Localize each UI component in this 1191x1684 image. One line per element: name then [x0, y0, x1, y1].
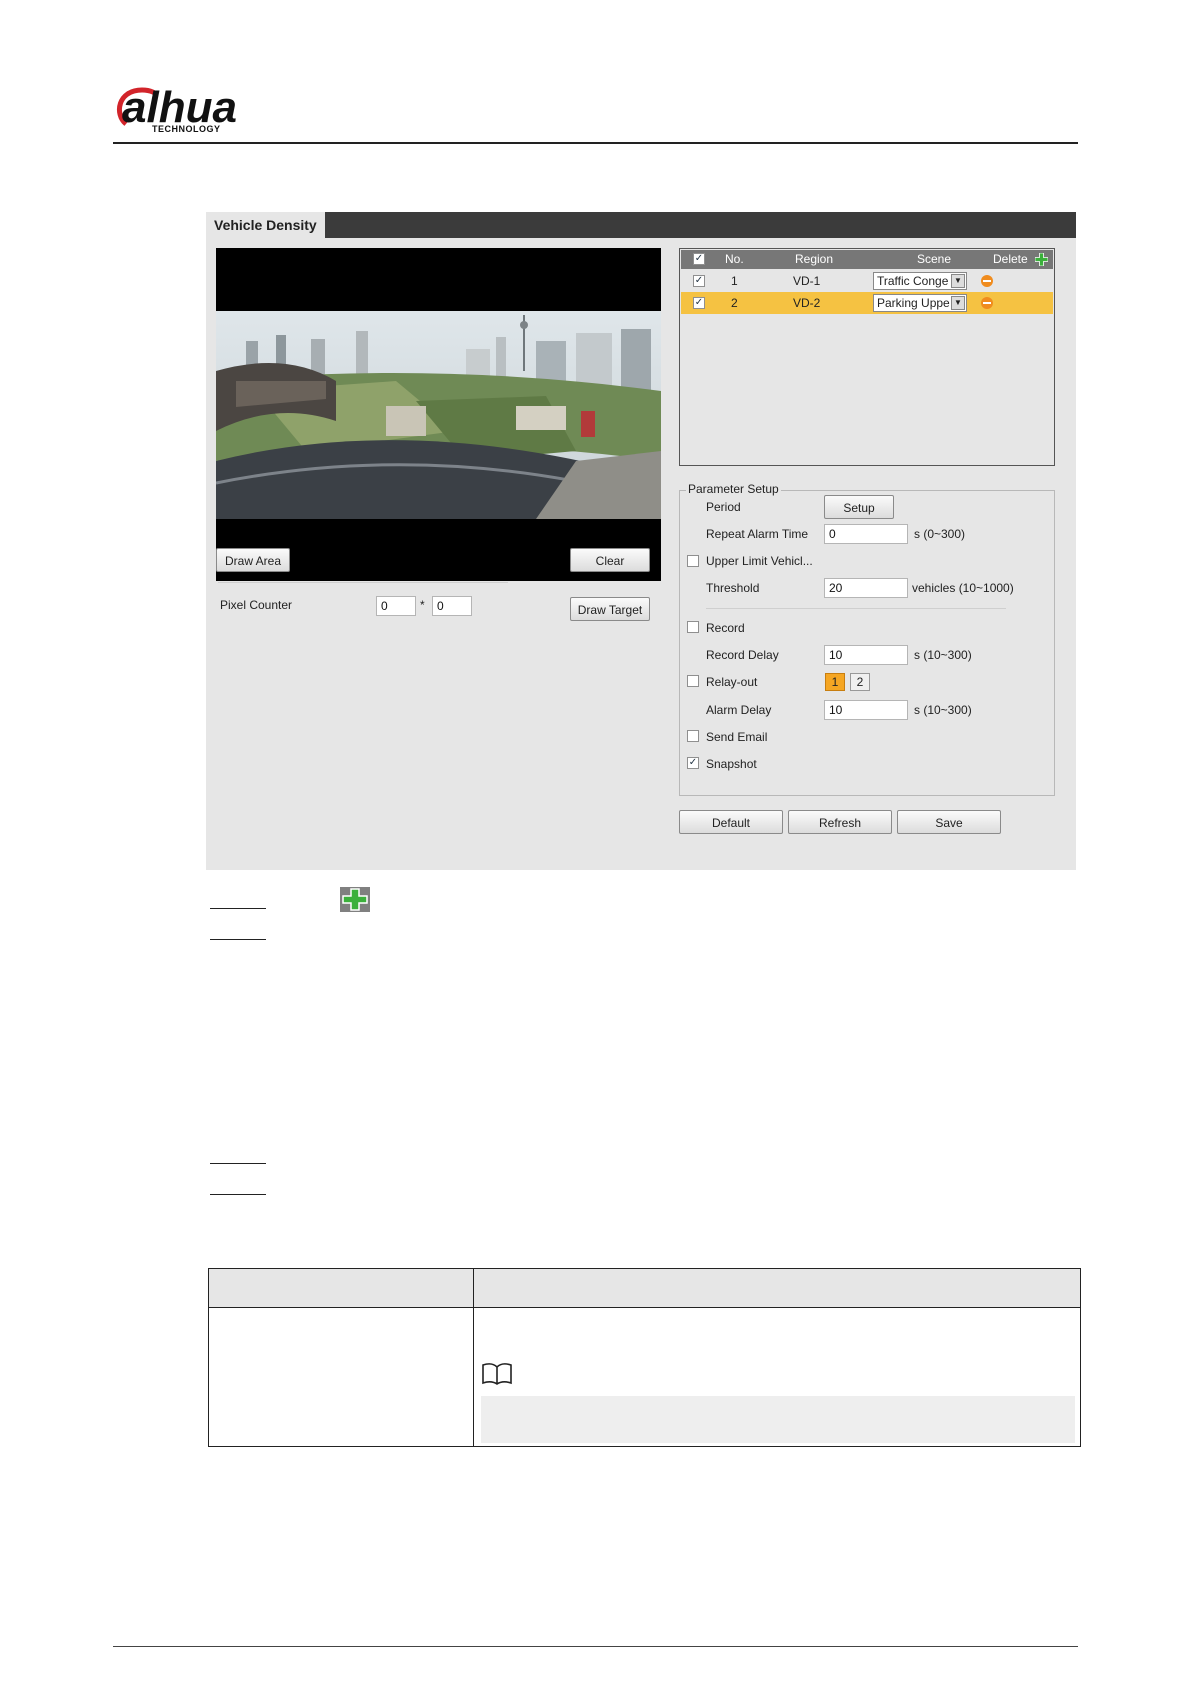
- record-checkbox[interactable]: [687, 621, 699, 633]
- record-label: Record: [706, 621, 745, 635]
- threshold-unit: vehicles (10~1000): [912, 581, 1014, 595]
- record-delay-label: Record Delay: [706, 648, 779, 662]
- step-marker: [210, 1163, 266, 1164]
- add-icon: [340, 887, 370, 912]
- parameter-setup-legend: Parameter Setup: [686, 482, 781, 496]
- refresh-button[interactable]: Refresh: [788, 810, 892, 834]
- repeat-alarm-label: Repeat Alarm Time: [706, 527, 809, 541]
- period-setup-button[interactable]: Setup: [824, 495, 894, 519]
- row-checkbox[interactable]: ✓: [693, 275, 705, 287]
- relay-2-toggle[interactable]: 2: [850, 673, 870, 691]
- panel-titlebar: [206, 212, 1076, 238]
- upper-limit-checkbox[interactable]: [687, 555, 699, 567]
- pixel-counter-label: Pixel Counter: [220, 598, 293, 612]
- step-marker: [210, 908, 266, 909]
- threshold-input[interactable]: 20: [824, 578, 908, 598]
- region-rule-table: ✓ No. Region Scene Delete ✓ 1 VD-1 Traff…: [679, 248, 1055, 466]
- scene-select[interactable]: Parking Uppe ▼: [873, 294, 967, 312]
- panel-title: Vehicle Density: [206, 212, 325, 238]
- default-button[interactable]: Default: [679, 810, 783, 834]
- send-email-checkbox[interactable]: [687, 730, 699, 742]
- pixel-width-input[interactable]: 0: [376, 596, 416, 616]
- row-region: VD-2: [793, 296, 821, 310]
- draw-area-button[interactable]: Draw Area: [216, 548, 290, 572]
- upper-limit-label: Upper Limit Vehicl...: [706, 554, 813, 568]
- draw-target-button[interactable]: Draw Target: [570, 597, 650, 621]
- add-rule-icon[interactable]: [1034, 252, 1049, 267]
- col-delete: Delete: [993, 252, 1028, 266]
- table-row[interactable]: ✓ 1 VD-1 Traffic Conge ▼: [681, 270, 1053, 292]
- relay-1-toggle[interactable]: 1: [825, 673, 845, 691]
- save-button[interactable]: Save: [897, 810, 1001, 834]
- table-header-cell: [474, 1269, 1080, 1308]
- repeat-alarm-input[interactable]: 0: [824, 524, 908, 544]
- col-no: No.: [725, 252, 744, 266]
- footer-divider: [113, 1646, 1078, 1647]
- row-no: 1: [731, 274, 738, 288]
- select-all-checkbox[interactable]: ✓: [693, 253, 705, 265]
- camera-image: [216, 311, 661, 519]
- logo-subtitle: TECHNOLOGY: [152, 124, 221, 134]
- scene-select[interactable]: Traffic Conge ▼: [873, 272, 967, 290]
- alarm-delay-unit: s (10~300): [914, 703, 972, 717]
- table-header-cell: [209, 1269, 474, 1308]
- delete-icon[interactable]: [981, 297, 993, 309]
- dahua-logo: alhua TECHNOLOGY: [112, 83, 272, 136]
- table-row[interactable]: ✓ 2 VD-2 Parking Uppe ▼: [681, 292, 1053, 314]
- step-marker: [210, 939, 266, 940]
- pixel-separator: *: [420, 598, 425, 612]
- param-divider: [706, 608, 1006, 609]
- header-divider: [113, 142, 1078, 144]
- step-marker: [210, 1194, 266, 1195]
- record-delay-unit: s (10~300): [914, 648, 972, 662]
- note-book-icon: [481, 1362, 513, 1386]
- relay-out-label: Relay-out: [706, 675, 758, 689]
- alarm-delay-label: Alarm Delay: [706, 703, 772, 717]
- clear-button[interactable]: Clear: [570, 548, 650, 572]
- period-label: Period: [706, 500, 741, 514]
- row-checkbox[interactable]: ✓: [693, 297, 705, 309]
- alarm-delay-input[interactable]: 10: [824, 700, 908, 720]
- pixel-height-input[interactable]: 0: [432, 596, 472, 616]
- delete-icon[interactable]: [981, 275, 993, 287]
- table-column-divider: [473, 1307, 474, 1446]
- scene-value: Traffic Conge: [877, 274, 949, 288]
- row-no: 2: [731, 296, 738, 310]
- col-scene: Scene: [917, 252, 952, 266]
- snapshot-label: Snapshot: [706, 757, 757, 771]
- note-content: [481, 1396, 1075, 1443]
- scene-value: Parking Uppe: [877, 296, 950, 310]
- video-preview[interactable]: [216, 248, 661, 581]
- left-divider: [218, 582, 508, 583]
- snapshot-checkbox[interactable]: ✓: [687, 757, 699, 769]
- relay-out-checkbox[interactable]: [687, 675, 699, 687]
- row-region: VD-1: [793, 274, 821, 288]
- threshold-label: Threshold: [706, 581, 760, 595]
- vehicle-density-panel: Vehicle Density Draw Area Clear Pixel Co…: [206, 212, 1076, 870]
- repeat-alarm-unit: s (0~300): [914, 527, 966, 541]
- table-header: ✓ No. Region Scene Delete: [681, 250, 1053, 269]
- chevron-down-icon[interactable]: ▼: [951, 296, 965, 310]
- send-email-label: Send Email: [706, 730, 768, 744]
- col-region: Region: [795, 252, 834, 266]
- record-delay-input[interactable]: 10: [824, 645, 908, 665]
- chevron-down-icon[interactable]: ▼: [951, 274, 965, 288]
